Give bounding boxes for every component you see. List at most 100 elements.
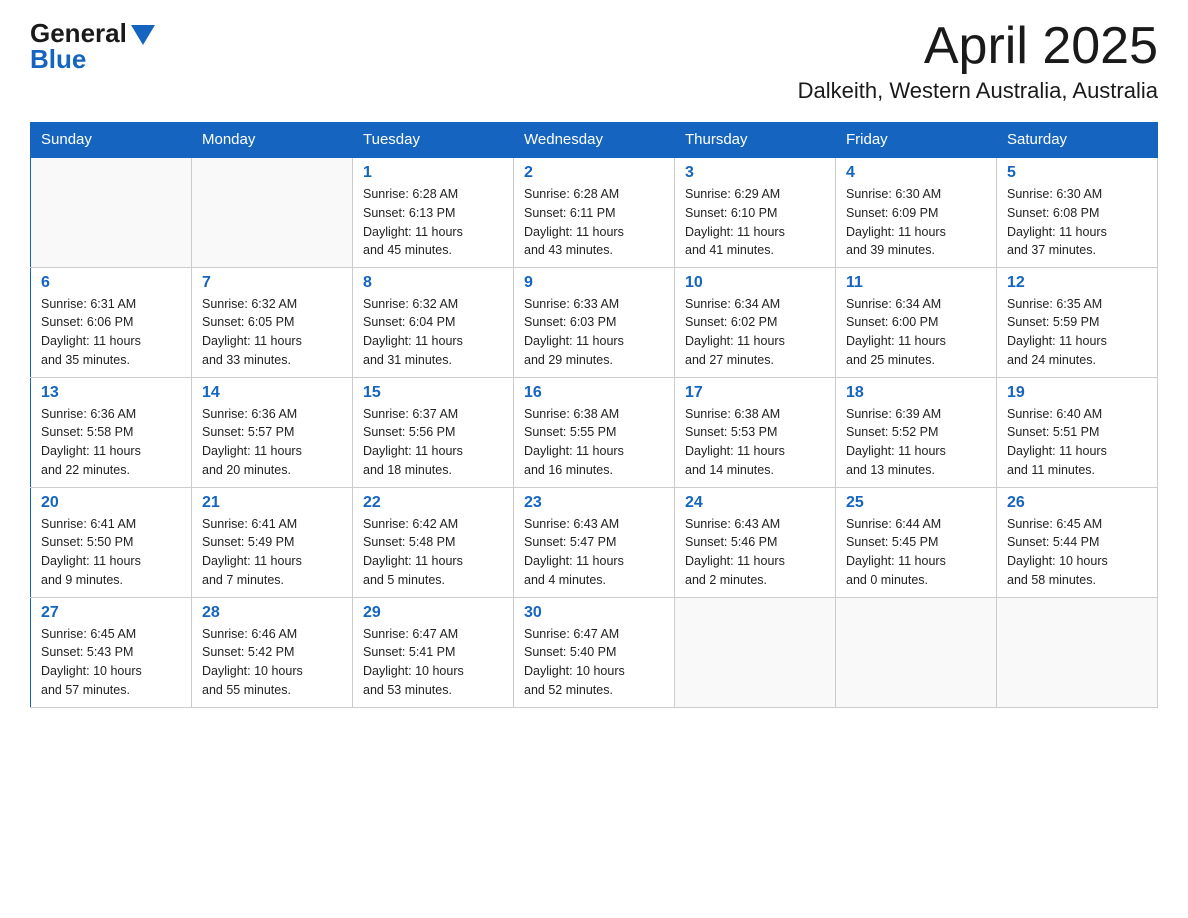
day-number: 13 — [41, 384, 181, 402]
title-block: April 2025 Dalkeith, Western Australia, … — [798, 20, 1158, 104]
logo-blue: Blue — [30, 46, 86, 72]
week-row-2: 6 Sunrise: 6:31 AM Sunset: 6:06 PM Daylig… — [31, 267, 1158, 377]
day-cell — [192, 157, 353, 267]
day-cell: 12Sunrise: 6:35 AM Sunset: 5:59 PM Dayli… — [997, 267, 1158, 377]
day-number: 6 — [41, 274, 181, 292]
day-cell: 1Sunrise: 6:28 AM Sunset: 6:13 PM Daylig… — [353, 157, 514, 267]
day-info: Sunrise: 6:31 AM Sunset: 6:06 PM Dayligh… — [41, 295, 181, 370]
day-info: Sunrise: 6:37 AM Sunset: 5:56 PM Dayligh… — [363, 405, 503, 480]
col-header-friday: Friday — [836, 123, 997, 158]
day-info: Sunrise: 6:44 AM Sunset: 5:45 PM Dayligh… — [846, 515, 986, 590]
day-number: 7 — [202, 274, 342, 292]
location-title: Dalkeith, Western Australia, Australia — [798, 78, 1158, 104]
day-info: Sunrise: 6:45 AM Sunset: 5:43 PM Dayligh… — [41, 625, 181, 700]
day-cell: 16Sunrise: 6:38 AM Sunset: 5:55 PM Dayli… — [514, 377, 675, 487]
week-row-5: 27 Sunrise: 6:45 AM Sunset: 5:43 PM Dayli… — [31, 597, 1158, 707]
day-number: 14 — [202, 384, 342, 402]
day-cell: 11 Sunrise: 6:34 AM Sunset: 6:00 PM Dayli… — [836, 267, 997, 377]
day-cell: 19Sunrise: 6:40 AM Sunset: 5:51 PM Dayli… — [997, 377, 1158, 487]
week-row-3: 13 Sunrise: 6:36 AM Sunset: 5:58 PM Dayli… — [31, 377, 1158, 487]
day-cell: 28Sunrise: 6:46 AM Sunset: 5:42 PM Dayli… — [192, 597, 353, 707]
day-number: 10 — [685, 274, 825, 292]
day-cell — [31, 157, 192, 267]
day-cell — [675, 597, 836, 707]
calendar-table: SundayMondayTuesdayWednesdayThursdayFrid… — [30, 122, 1158, 708]
day-info: Sunrise: 6:38 AM Sunset: 5:53 PM Dayligh… — [685, 405, 825, 480]
day-number: 11 — [846, 274, 986, 292]
col-header-wednesday: Wednesday — [514, 123, 675, 158]
day-info: Sunrise: 6:35 AM Sunset: 5:59 PM Dayligh… — [1007, 295, 1147, 370]
day-cell: 21Sunrise: 6:41 AM Sunset: 5:49 PM Dayli… — [192, 487, 353, 597]
day-number: 24 — [685, 494, 825, 512]
day-cell: 5 Sunrise: 6:30 AM Sunset: 6:08 PM Daylig… — [997, 157, 1158, 267]
day-number: 27 — [41, 604, 181, 622]
day-info: Sunrise: 6:28 AM Sunset: 6:13 PM Dayligh… — [363, 185, 503, 260]
day-info: Sunrise: 6:29 AM Sunset: 6:10 PM Dayligh… — [685, 185, 825, 260]
week-row-4: 20 Sunrise: 6:41 AM Sunset: 5:50 PM Dayli… — [31, 487, 1158, 597]
col-header-monday: Monday — [192, 123, 353, 158]
day-cell — [836, 597, 997, 707]
logo: General Blue — [30, 20, 155, 72]
day-number: 22 — [363, 494, 503, 512]
day-cell: 4 Sunrise: 6:30 AM Sunset: 6:09 PM Daylig… — [836, 157, 997, 267]
day-number: 30 — [524, 604, 664, 622]
col-header-saturday: Saturday — [997, 123, 1158, 158]
day-info: Sunrise: 6:33 AM Sunset: 6:03 PM Dayligh… — [524, 295, 664, 370]
day-info: Sunrise: 6:36 AM Sunset: 5:58 PM Dayligh… — [41, 405, 181, 480]
day-number: 5 — [1007, 164, 1147, 182]
day-cell: 23Sunrise: 6:43 AM Sunset: 5:47 PM Dayli… — [514, 487, 675, 597]
day-info: Sunrise: 6:30 AM Sunset: 6:09 PM Dayligh… — [846, 185, 986, 260]
day-info: Sunrise: 6:34 AM Sunset: 6:00 PM Dayligh… — [846, 295, 986, 370]
day-number: 4 — [846, 164, 986, 182]
day-number: 25 — [846, 494, 986, 512]
day-cell: 2 Sunrise: 6:28 AM Sunset: 6:11 PM Daylig… — [514, 157, 675, 267]
day-number: 28 — [202, 604, 342, 622]
day-cell: 8 Sunrise: 6:32 AM Sunset: 6:04 PM Daylig… — [353, 267, 514, 377]
day-info: Sunrise: 6:39 AM Sunset: 5:52 PM Dayligh… — [846, 405, 986, 480]
day-number: 20 — [41, 494, 181, 512]
day-info: Sunrise: 6:30 AM Sunset: 6:08 PM Dayligh… — [1007, 185, 1147, 260]
day-cell: 14 Sunrise: 6:36 AM Sunset: 5:57 PM Dayli… — [192, 377, 353, 487]
day-cell: 6 Sunrise: 6:31 AM Sunset: 6:06 PM Daylig… — [31, 267, 192, 377]
col-header-thursday: Thursday — [675, 123, 836, 158]
day-info: Sunrise: 6:32 AM Sunset: 6:05 PM Dayligh… — [202, 295, 342, 370]
day-number: 19 — [1007, 384, 1147, 402]
calendar-header-row: SundayMondayTuesdayWednesdayThursdayFrid… — [31, 123, 1158, 158]
day-cell: 7 Sunrise: 6:32 AM Sunset: 6:05 PM Daylig… — [192, 267, 353, 377]
day-number: 2 — [524, 164, 664, 182]
day-cell — [997, 597, 1158, 707]
day-cell: 30Sunrise: 6:47 AM Sunset: 5:40 PM Dayli… — [514, 597, 675, 707]
day-info: Sunrise: 6:42 AM Sunset: 5:48 PM Dayligh… — [363, 515, 503, 590]
day-cell: 18 Sunrise: 6:39 AM Sunset: 5:52 PM Dayli… — [836, 377, 997, 487]
day-info: Sunrise: 6:41 AM Sunset: 5:49 PM Dayligh… — [202, 515, 342, 590]
day-number: 15 — [363, 384, 503, 402]
day-info: Sunrise: 6:43 AM Sunset: 5:47 PM Dayligh… — [524, 515, 664, 590]
logo-general: General — [30, 20, 127, 46]
day-cell: 17Sunrise: 6:38 AM Sunset: 5:53 PM Dayli… — [675, 377, 836, 487]
day-number: 18 — [846, 384, 986, 402]
day-cell: 25 Sunrise: 6:44 AM Sunset: 5:45 PM Dayli… — [836, 487, 997, 597]
day-info: Sunrise: 6:34 AM Sunset: 6:02 PM Dayligh… — [685, 295, 825, 370]
month-title: April 2025 — [798, 20, 1158, 72]
day-number: 9 — [524, 274, 664, 292]
day-cell: 10 Sunrise: 6:34 AM Sunset: 6:02 PM Dayli… — [675, 267, 836, 377]
week-row-1: 1Sunrise: 6:28 AM Sunset: 6:13 PM Daylig… — [31, 157, 1158, 267]
day-cell: 27 Sunrise: 6:45 AM Sunset: 5:43 PM Dayli… — [31, 597, 192, 707]
day-number: 16 — [524, 384, 664, 402]
day-number: 26 — [1007, 494, 1147, 512]
day-info: Sunrise: 6:36 AM Sunset: 5:57 PM Dayligh… — [202, 405, 342, 480]
day-info: Sunrise: 6:41 AM Sunset: 5:50 PM Dayligh… — [41, 515, 181, 590]
day-info: Sunrise: 6:47 AM Sunset: 5:41 PM Dayligh… — [363, 625, 503, 700]
day-info: Sunrise: 6:28 AM Sunset: 6:11 PM Dayligh… — [524, 185, 664, 260]
day-number: 8 — [363, 274, 503, 292]
day-info: Sunrise: 6:43 AM Sunset: 5:46 PM Dayligh… — [685, 515, 825, 590]
day-number: 3 — [685, 164, 825, 182]
day-cell: 24 Sunrise: 6:43 AM Sunset: 5:46 PM Dayli… — [675, 487, 836, 597]
day-cell: 29 Sunrise: 6:47 AM Sunset: 5:41 PM Dayli… — [353, 597, 514, 707]
day-info: Sunrise: 6:32 AM Sunset: 6:04 PM Dayligh… — [363, 295, 503, 370]
logo-triangle-icon — [131, 25, 155, 45]
day-cell: 9 Sunrise: 6:33 AM Sunset: 6:03 PM Daylig… — [514, 267, 675, 377]
day-number: 29 — [363, 604, 503, 622]
day-cell: 3 Sunrise: 6:29 AM Sunset: 6:10 PM Daylig… — [675, 157, 836, 267]
day-cell: 26Sunrise: 6:45 AM Sunset: 5:44 PM Dayli… — [997, 487, 1158, 597]
